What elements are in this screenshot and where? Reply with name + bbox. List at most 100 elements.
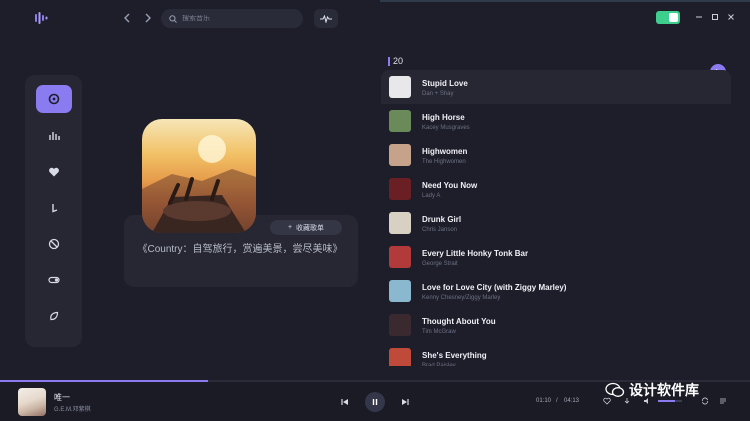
song-artist: Brad Paisley xyxy=(422,363,456,366)
song-artist: Dan + Shay xyxy=(422,91,454,97)
minimize-button[interactable] xyxy=(693,11,705,23)
song-count: 20 xyxy=(393,56,404,66)
playlist-cover[interactable] xyxy=(142,119,256,233)
song-row[interactable]: Love for Love City (with Ziggy Marley) Ke… xyxy=(381,274,731,308)
heart-icon xyxy=(49,167,59,177)
app-logo-icon xyxy=(35,12,48,24)
toggle-switch-icon xyxy=(48,276,60,284)
watermark: 设计软件库 xyxy=(605,380,699,400)
song-title: Thought About You xyxy=(422,317,496,326)
song-row[interactable]: Thought About You Tim McGraw xyxy=(381,308,731,342)
song-title: She's Everything xyxy=(422,351,487,360)
song-artist: Kacey Musgraves xyxy=(422,125,470,131)
now-playing-title: 唯一 xyxy=(54,393,70,402)
sidebar-item-discover[interactable] xyxy=(36,85,72,113)
theme-toggle[interactable] xyxy=(656,11,680,24)
song-thumbnail xyxy=(389,144,411,166)
song-row[interactable]: Highwomen The Highwomen xyxy=(381,138,731,172)
song-thumbnail xyxy=(389,314,411,336)
block-icon xyxy=(48,238,60,250)
title-bar xyxy=(0,0,750,36)
chevron-right-icon xyxy=(145,13,151,23)
total-time: 04:13 xyxy=(564,398,580,404)
maximize-button[interactable] xyxy=(709,11,721,23)
search-box[interactable] xyxy=(161,9,303,28)
minimize-icon xyxy=(696,16,702,18)
sidebar-item-favorites[interactable] xyxy=(36,158,72,186)
song-row[interactable]: Drunk Girl Chris Janson xyxy=(381,206,731,240)
song-thumbnail xyxy=(389,178,411,200)
song-title: Need You Now xyxy=(422,181,478,190)
song-artist: Lady A xyxy=(422,193,441,199)
song-row[interactable]: High Horse Kacey Musgraves xyxy=(381,104,731,138)
song-thumbnail xyxy=(389,348,411,366)
sidebar-item-settings[interactable] xyxy=(36,266,72,294)
song-thumbnail xyxy=(389,246,411,268)
close-button[interactable] xyxy=(725,11,737,23)
queue-icon xyxy=(720,398,726,404)
sidebar-item-blocked[interactable] xyxy=(36,230,72,258)
next-button[interactable] xyxy=(399,396,411,408)
close-icon xyxy=(728,14,734,20)
sidebar xyxy=(25,75,82,347)
sidebar-item-skin[interactable] xyxy=(36,302,72,330)
favorite-playlist-label: 收藏歌单 xyxy=(296,224,325,232)
song-artist: George Strait xyxy=(422,261,458,267)
soundwave-button[interactable] xyxy=(314,9,338,28)
favorite-playlist-button[interactable]: + 收藏歌单 xyxy=(270,220,342,235)
song-title: High Horse xyxy=(422,113,465,122)
plus-icon: + xyxy=(287,224,293,231)
song-artist: The Highwomen xyxy=(422,159,466,165)
skip-back-icon xyxy=(341,399,348,405)
song-title: Every Little Honky Tonk Bar xyxy=(422,249,529,258)
search-icon xyxy=(169,14,177,23)
cover-image xyxy=(142,135,256,233)
current-time: 01:10 xyxy=(536,398,552,404)
leaf-icon xyxy=(50,311,59,321)
maximize-icon xyxy=(712,14,718,20)
now-playing-cover[interactable] xyxy=(18,388,46,416)
song-thumbnail xyxy=(389,110,411,132)
song-thumbnail xyxy=(389,280,411,302)
sidebar-item-music[interactable] xyxy=(36,194,72,222)
playback-progress-fill xyxy=(0,380,208,382)
song-artist: Kenny Chesney/Ziggy Marley xyxy=(422,295,501,301)
playlist-description: 《Country：自驾旅行，赏遍美景，尝尽美味》 xyxy=(137,244,343,255)
count-marker xyxy=(388,57,390,66)
song-artist: Tim McGraw xyxy=(422,329,456,335)
song-list: Stupid Love Dan + Shay High Horse Kacey Mus… xyxy=(381,70,731,366)
song-thumbnail xyxy=(389,76,411,98)
time-separator: / xyxy=(556,398,558,404)
volume-fill xyxy=(658,400,675,402)
disc-icon xyxy=(48,93,60,105)
playlist-queue-button[interactable] xyxy=(718,396,728,406)
toggle-knob xyxy=(669,13,678,22)
skip-forward-icon xyxy=(402,399,409,405)
song-title: Love for Love City (with Ziggy Marley) xyxy=(422,283,567,292)
volume-slider[interactable] xyxy=(658,400,682,402)
repeat-button[interactable] xyxy=(700,396,710,406)
play-pause-button[interactable] xyxy=(365,392,385,412)
wechat-icon xyxy=(605,382,625,397)
song-title: Highwomen xyxy=(422,147,468,156)
song-row[interactable]: Every Little Honky Tonk Bar George Strait xyxy=(381,240,731,274)
now-playing-artist: G.E.M.邓紫棋 xyxy=(54,407,91,413)
search-input[interactable] xyxy=(182,15,292,22)
song-row[interactable]: She's Everything Brad Paisley xyxy=(381,342,731,366)
music-note-icon xyxy=(52,204,58,213)
chevron-left-icon xyxy=(124,13,130,23)
sidebar-item-charts[interactable] xyxy=(36,122,72,150)
song-title: Drunk Girl xyxy=(422,215,462,224)
song-artist: Chris Janson xyxy=(422,227,458,233)
bar-chart-icon xyxy=(49,132,60,140)
pause-icon xyxy=(372,399,378,405)
forward-button[interactable] xyxy=(141,11,155,25)
song-row[interactable]: Stupid Love Dan + Shay xyxy=(381,70,731,104)
previous-button[interactable] xyxy=(339,396,351,408)
song-thumbnail xyxy=(389,212,411,234)
song-title: Stupid Love xyxy=(422,79,468,88)
repeat-icon xyxy=(702,397,708,405)
waveform-icon xyxy=(320,14,332,23)
back-button[interactable] xyxy=(120,11,134,25)
song-row[interactable]: Need You Now Lady A xyxy=(381,172,731,206)
